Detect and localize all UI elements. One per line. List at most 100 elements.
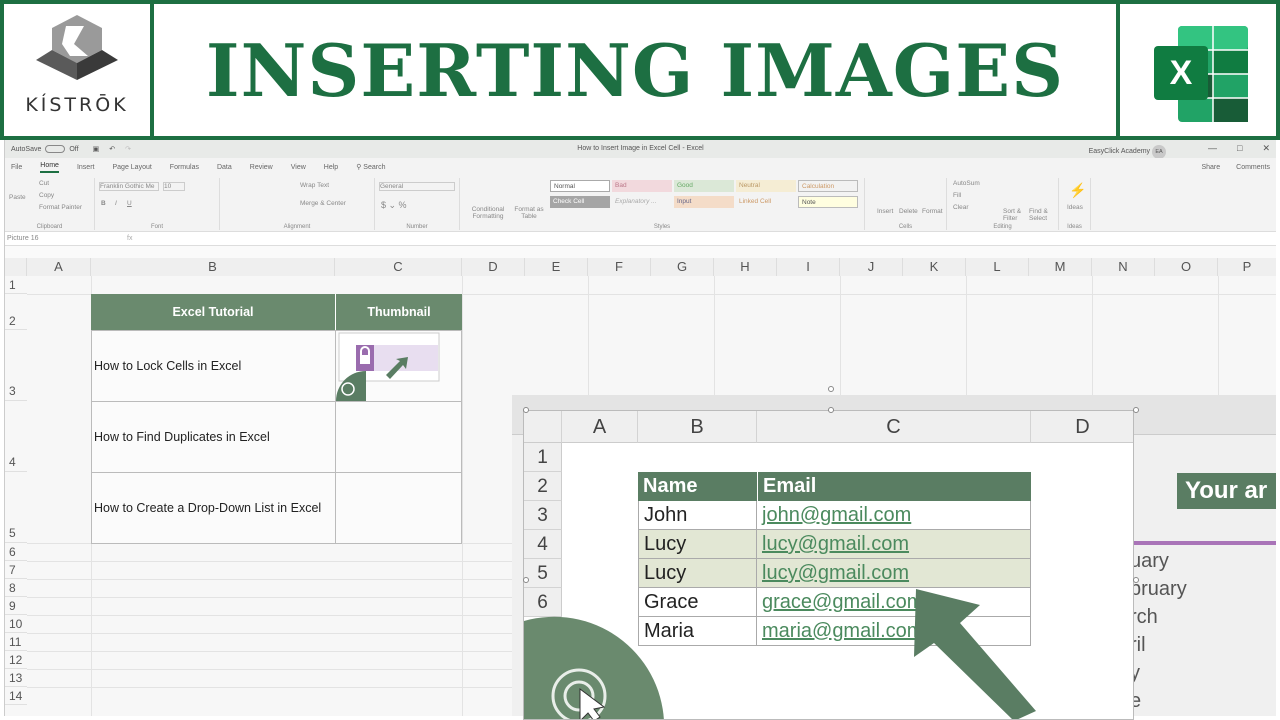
column-header[interactable]: P: [1218, 258, 1276, 276]
tab-help[interactable]: Help: [324, 164, 338, 171]
tab-home[interactable]: Home: [40, 162, 59, 173]
maximize-icon[interactable]: □: [1237, 143, 1242, 154]
name-box[interactable]: Picture 16: [7, 235, 67, 242]
ideas-button[interactable]: Ideas: [1067, 204, 1083, 211]
style-linked-cell[interactable]: Linked Cell: [736, 196, 796, 208]
italic-button[interactable]: I: [115, 200, 117, 207]
minimize-icon[interactable]: —: [1208, 143, 1217, 154]
column-header[interactable]: O: [1155, 258, 1218, 276]
cut-button[interactable]: Cut: [39, 180, 49, 187]
row-header[interactable]: 1: [5, 276, 27, 294]
table-cell[interactable]: How to Create a Drop-Down List in Excel: [91, 472, 336, 544]
row-header[interactable]: 10: [5, 615, 27, 633]
sort-filter-button[interactable]: Sort & Filter: [1003, 208, 1027, 222]
tab-insert[interactable]: Insert: [77, 164, 95, 171]
paste-button[interactable]: Paste: [9, 194, 26, 201]
style-normal[interactable]: Normal: [550, 180, 610, 192]
row-header[interactable]: 12: [5, 651, 27, 669]
fx-icon[interactable]: fx: [127, 235, 132, 242]
autosum-button[interactable]: AutoSum: [953, 180, 980, 187]
column-header[interactable]: B: [91, 258, 335, 276]
row-header[interactable]: 6: [5, 543, 27, 561]
bold-button[interactable]: B: [101, 200, 106, 207]
row-header[interactable]: 2: [5, 294, 27, 330]
selected-picture[interactable]: A B C D 1 2 3 4 5 6 Name Email John john…: [523, 410, 1134, 720]
underline-button[interactable]: U: [127, 200, 132, 207]
tab-file[interactable]: File: [11, 164, 22, 171]
tab-formulas[interactable]: Formulas: [170, 164, 199, 171]
style-check-cell[interactable]: Check Cell: [550, 196, 610, 208]
tab-review[interactable]: Review: [250, 164, 273, 171]
column-header[interactable]: J: [840, 258, 903, 276]
style-input[interactable]: Input: [674, 196, 734, 208]
avatar[interactable]: EA: [1152, 145, 1166, 159]
column-header[interactable]: M: [1029, 258, 1092, 276]
column-header[interactable]: D: [462, 258, 525, 276]
column-header[interactable]: C: [335, 258, 462, 276]
row-header[interactable]: 4: [5, 401, 27, 472]
close-icon[interactable]: ✕: [1262, 143, 1270, 154]
column-header[interactable]: N: [1092, 258, 1155, 276]
delete-button[interactable]: Delete: [899, 208, 918, 215]
table-cell[interactable]: How to Lock Cells in Excel: [91, 330, 336, 402]
row-header[interactable]: 3: [5, 330, 27, 401]
column-header[interactable]: K: [903, 258, 966, 276]
column-header[interactable]: F: [588, 258, 651, 276]
table-header-tutorial[interactable]: Excel Tutorial: [91, 294, 335, 330]
format-painter-button[interactable]: Format Painter: [39, 204, 82, 211]
column-header[interactable]: L: [966, 258, 1029, 276]
resize-handle-n[interactable]: [828, 407, 834, 413]
thumbnail-cell[interactable]: [335, 330, 462, 402]
share-button[interactable]: Share: [1201, 164, 1220, 171]
merge-center-button[interactable]: Merge & Center: [300, 200, 346, 207]
currency-button[interactable]: $ ⌄ %: [381, 200, 407, 211]
comments-button[interactable]: Comments: [1236, 164, 1270, 171]
thumbnail-cell[interactable]: [335, 472, 462, 544]
format-button[interactable]: Format: [922, 208, 943, 215]
style-explanatory[interactable]: Explanatory ...: [612, 196, 672, 208]
row-header[interactable]: 11: [5, 633, 27, 651]
resize-handle-e[interactable]: [1133, 577, 1139, 583]
table-header-thumbnail[interactable]: Thumbnail: [335, 294, 462, 330]
find-select-button[interactable]: Find & Select: [1029, 208, 1055, 222]
style-good[interactable]: Good: [674, 180, 734, 192]
copy-button[interactable]: Copy: [39, 192, 54, 199]
select-all-corner[interactable]: [5, 258, 27, 276]
row-header[interactable]: 5: [5, 472, 27, 543]
column-header[interactable]: A: [27, 258, 91, 276]
thumbnail-cell[interactable]: [335, 401, 462, 473]
resize-handle-w[interactable]: [523, 577, 529, 583]
fill-button[interactable]: Fill: [953, 192, 961, 199]
resize-handle-ne[interactable]: [1133, 407, 1139, 413]
row-header[interactable]: 13: [5, 669, 27, 687]
format-as-table-button[interactable]: Format as Table: [512, 206, 546, 220]
rotate-handle[interactable]: [828, 386, 834, 392]
table-cell[interactable]: How to Find Duplicates in Excel: [91, 401, 336, 473]
user-name[interactable]: EasyClick Academy EA: [1089, 145, 1166, 159]
column-header[interactable]: I: [777, 258, 840, 276]
style-bad[interactable]: Bad: [612, 180, 672, 192]
font-size-select[interactable]: 10: [163, 182, 185, 191]
style-calculation[interactable]: Calculation: [798, 180, 858, 192]
number-format-select[interactable]: General: [379, 182, 455, 191]
insert-button[interactable]: Insert: [877, 208, 893, 215]
row-header[interactable]: 9: [5, 597, 27, 615]
font-name-select[interactable]: Franklin Gothic Me: [99, 182, 159, 191]
lock-cells-thumbnail[interactable]: [336, 331, 441, 401]
style-neutral[interactable]: Neutral: [736, 180, 796, 192]
style-note[interactable]: Note: [798, 196, 858, 208]
search-box[interactable]: ⚲ Search: [356, 163, 385, 171]
wrap-text-button[interactable]: Wrap Text: [300, 182, 329, 189]
tab-page-layout[interactable]: Page Layout: [112, 164, 151, 171]
clear-button[interactable]: Clear: [953, 204, 969, 211]
column-header[interactable]: E: [525, 258, 588, 276]
column-header[interactable]: H: [714, 258, 777, 276]
column-header[interactable]: G: [651, 258, 714, 276]
row-header[interactable]: 8: [5, 579, 27, 597]
tab-view[interactable]: View: [291, 164, 306, 171]
conditional-formatting-button[interactable]: Conditional Formatting: [468, 206, 508, 220]
tab-data[interactable]: Data: [217, 164, 232, 171]
resize-handle-nw[interactable]: [523, 407, 529, 413]
row-header[interactable]: 14: [5, 687, 27, 705]
row-header[interactable]: 7: [5, 561, 27, 579]
